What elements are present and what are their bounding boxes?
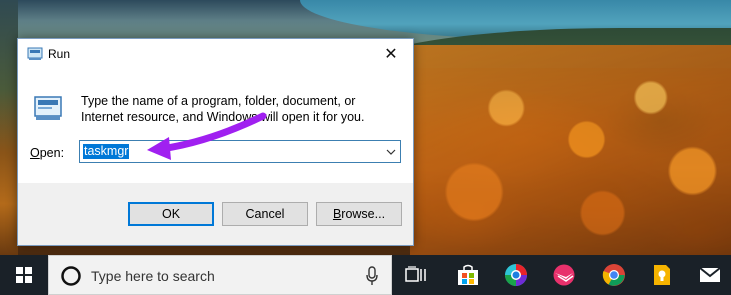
ok-button[interactable]: OK: [128, 202, 214, 226]
cortana-search-icon: [61, 266, 81, 286]
open-label: Open:: [30, 146, 65, 160]
wallpaper-left-strip: [0, 0, 18, 255]
wallpaper-foliage: [410, 45, 731, 255]
run-app-icon: [27, 47, 43, 60]
chrome-icon[interactable]: [590, 255, 638, 295]
dialog-title: Run: [48, 47, 71, 61]
open-input-value[interactable]: taskmgr: [83, 144, 130, 159]
chevron-down-icon[interactable]: [385, 145, 397, 159]
task-view-icon[interactable]: [392, 255, 440, 295]
edge-dev-icon[interactable]: [492, 255, 540, 295]
close-icon: ✕: [384, 46, 398, 63]
store-icon[interactable]: [444, 255, 492, 295]
search-placeholder: Type here to search: [91, 268, 215, 284]
inbox-icon[interactable]: [686, 255, 731, 295]
annotation-arrow-icon: [147, 112, 267, 160]
microphone-icon[interactable]: [365, 266, 379, 286]
taskbar: Type here to search: [0, 255, 731, 295]
run-icon: [34, 96, 62, 120]
windows-logo-icon: [16, 267, 32, 283]
close-button[interactable]: ✕: [369, 39, 413, 69]
run-titlebar[interactable]: Run ✕: [18, 39, 413, 69]
start-button[interactable]: [0, 255, 48, 295]
cancel-button[interactable]: Cancel: [222, 202, 308, 226]
keep-icon[interactable]: [638, 255, 686, 295]
mail-app-icon[interactable]: [540, 255, 588, 295]
browse-button[interactable]: Browse...: [316, 202, 402, 226]
taskbar-search-box[interactable]: Type here to search: [48, 255, 392, 295]
